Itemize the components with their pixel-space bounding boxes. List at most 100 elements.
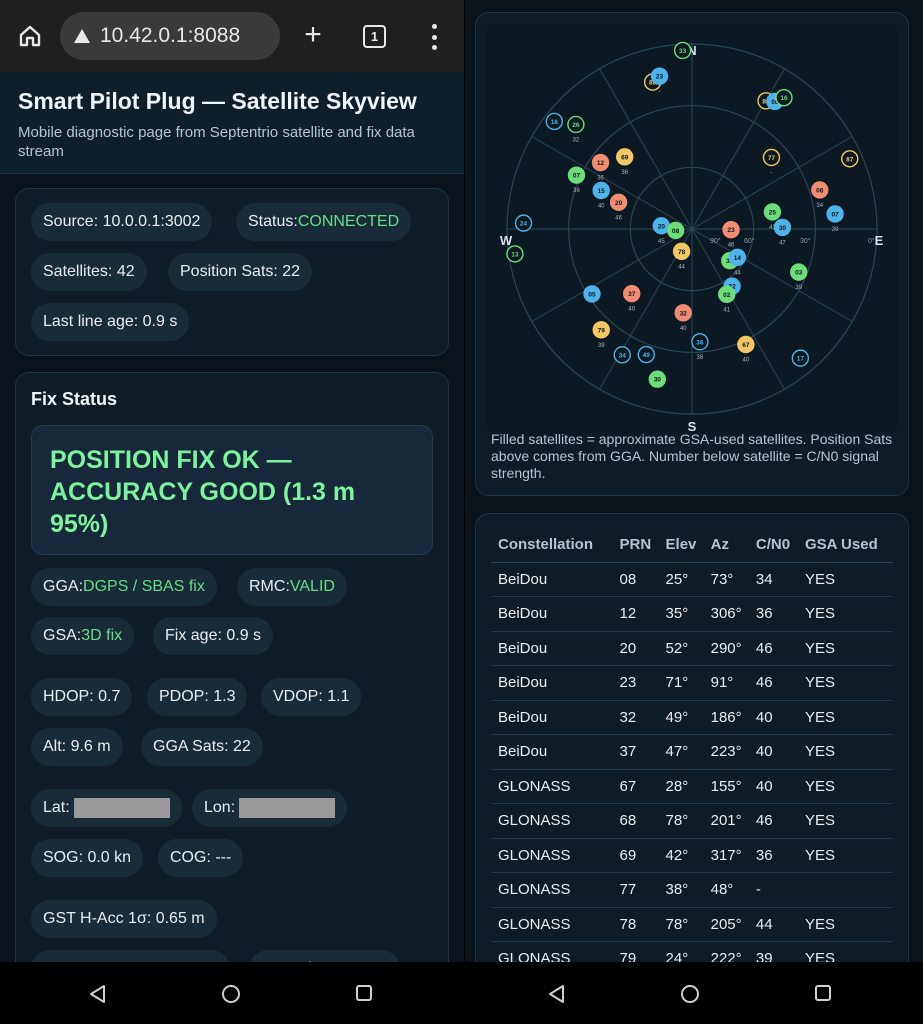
satellite-cno: 32 <box>573 137 580 143</box>
recents-icon[interactable] <box>814 984 832 1002</box>
satellite-prn: 32 <box>680 310 688 317</box>
satellite-prn: 02 <box>723 292 731 299</box>
skyplot-svg: N S E W 90° 60° 30° 0° 338823-86 081618 26… <box>500 41 884 434</box>
last-line-age-pill: Last line age: 0.9 s <box>31 303 190 341</box>
satellite-cno: 39 <box>795 285 802 291</box>
address-bar[interactable]: 10.42.0.1:8088 <box>60 12 280 60</box>
table-cell: 49° <box>658 700 704 735</box>
satellite-prn: 49 <box>643 352 651 359</box>
table-cell: 40 <box>748 734 798 770</box>
back-icon[interactable] <box>88 984 108 1004</box>
table-cell: 69 <box>612 838 659 873</box>
table-cell: YES <box>797 596 893 632</box>
gga-value: DGPS / SBAS fix <box>83 578 205 595</box>
tab-switcher-button[interactable]: 1 <box>363 25 386 48</box>
satellite-prn: 14 <box>734 255 742 262</box>
table-cell: BeiDou <box>491 631 613 666</box>
table-cell: 32 <box>612 700 659 735</box>
satellite-marker: 18 <box>545 112 564 131</box>
satellite-prn: 07 <box>831 211 839 218</box>
satellite-prn: 15 <box>598 188 606 195</box>
gga-pill: GGA: DGPS / SBAS fix <box>31 568 217 606</box>
table-cell: 155° <box>703 769 749 804</box>
left-phone-screen: 10.42.0.1:8088 + 1 Smart Pilot Plug — Sa… <box>0 0 464 1024</box>
satellites-pill: Satellites: 42 <box>31 253 147 291</box>
satellite-prn: 37 <box>628 291 636 298</box>
gsa-label: GSA: <box>43 627 82 644</box>
home-icon[interactable] <box>18 24 42 48</box>
satellite-prn: 13 <box>511 251 519 258</box>
satellite-cno: 39 <box>598 343 605 349</box>
satellite-prn: 67 <box>742 342 750 349</box>
overflow-menu-icon[interactable] <box>430 24 438 50</box>
satellite-marker: 08 <box>666 221 685 240</box>
new-tab-icon[interactable]: + <box>300 20 326 50</box>
satellite-cno: 38 <box>697 355 704 361</box>
table-cell: 77 <box>612 872 659 908</box>
table-cell: 46 <box>748 803 798 839</box>
skyplot-caption: Filled satellites = approximate GSA-used… <box>491 431 893 481</box>
recents-icon[interactable] <box>355 984 373 1002</box>
back-icon[interactable] <box>547 984 567 1004</box>
table-row: GLONASS 68 78° 201° 46 YES <box>491 803 893 839</box>
satellite-cno: 40 <box>743 358 750 364</box>
table-row: BeiDou 12 35° 306° 36 YES <box>491 596 893 632</box>
table-cell: 52° <box>658 631 704 666</box>
table-cell: 48° <box>703 872 749 908</box>
source-pill: Source: 10.0.0.1:3002 <box>31 203 213 241</box>
satellite-marker: 2046 <box>609 193 628 221</box>
satellite-prn: 17 <box>797 356 805 363</box>
satellite-marker: 14 44 <box>728 248 747 276</box>
table-cell: 28° <box>658 769 704 804</box>
url-text: 10.42.0.1:8088 <box>100 24 241 47</box>
satellite-prn: 26 <box>572 122 580 129</box>
satellite-marker: 23 - <box>650 67 669 95</box>
satellite-cno: 40 <box>598 203 605 209</box>
fix-status-heading: Fix Status <box>31 389 118 409</box>
table-cell: 37 <box>612 734 659 770</box>
table-cell: - <box>748 872 798 908</box>
satellite-marker: 1540 <box>592 181 610 209</box>
table-cell: 186° <box>703 700 749 735</box>
satellite-marker: 67 40 <box>737 335 755 364</box>
table-cell: 23 <box>612 665 659 701</box>
table-row: BeiDou 32 49° 186° 40 YES <box>491 700 893 735</box>
table-row: GLONASS 78 78° 205° 44 YES <box>491 907 893 942</box>
table-cell: BeiDou <box>491 734 613 770</box>
satellite-prn: 24 <box>520 221 528 228</box>
satellite-cno: 39 <box>832 227 839 233</box>
satellite-prn: 34 <box>619 352 627 359</box>
gst-hacc-pill: GST H-Acc 1σ: 0.65 m <box>31 900 217 938</box>
skyplot-grid <box>506 43 878 415</box>
table-row: BeiDou 37 47° 223° 40 YES <box>491 734 893 770</box>
fix-status-card: Fix Status POSITION FIX OK — ACCURACY GO… <box>15 372 449 992</box>
table-cell: BeiDou <box>491 562 613 597</box>
table-header-cell: Az <box>703 528 749 563</box>
satellite-cno: - <box>659 89 661 95</box>
satellite-marker: 05 <box>583 285 601 303</box>
table-cell <box>797 872 893 908</box>
skyview-card: N S E W 90° 60° 30° 0° 33 88 23-86 08 16 18 26… <box>475 12 909 496</box>
satellite-table: Constellation PRN Elev Az C/N0 GSA Used BeiDo… <box>491 528 893 972</box>
hdop-pill: HDOP: 0.7 <box>31 678 133 716</box>
table-cell: 73° <box>703 562 749 597</box>
home-nav-icon[interactable] <box>680 984 700 1004</box>
home-nav-icon[interactable] <box>221 984 241 1004</box>
satellite-marker: 2045 <box>652 217 671 245</box>
satellite-cno: 45 <box>658 239 665 245</box>
status-value: CONNECTED <box>297 213 400 230</box>
table-cell: YES <box>797 734 893 770</box>
satellite-marker: 78 44 <box>672 242 691 270</box>
sog-pill: SOG: 0.0 kn <box>31 839 144 877</box>
table-cell: 290° <box>703 631 749 666</box>
table-cell: 67 <box>612 769 659 804</box>
satellite-cno: 40 <box>628 307 635 313</box>
table-body: BeiDou 08 25° 73° 34 YES BeiDou 12 35° 306° 36 YES B… <box>491 562 893 972</box>
table-cell: 42° <box>658 838 704 873</box>
table-header-cell: GSA Used <box>797 528 893 563</box>
table-cell: 40 <box>748 700 798 735</box>
table-cell: 205° <box>703 907 749 942</box>
table-cell: BeiDou <box>491 665 613 701</box>
table-header-row: Constellation PRN Elev Az C/N0 GSA Used <box>491 528 893 563</box>
table-cell: GLONASS <box>491 803 613 839</box>
